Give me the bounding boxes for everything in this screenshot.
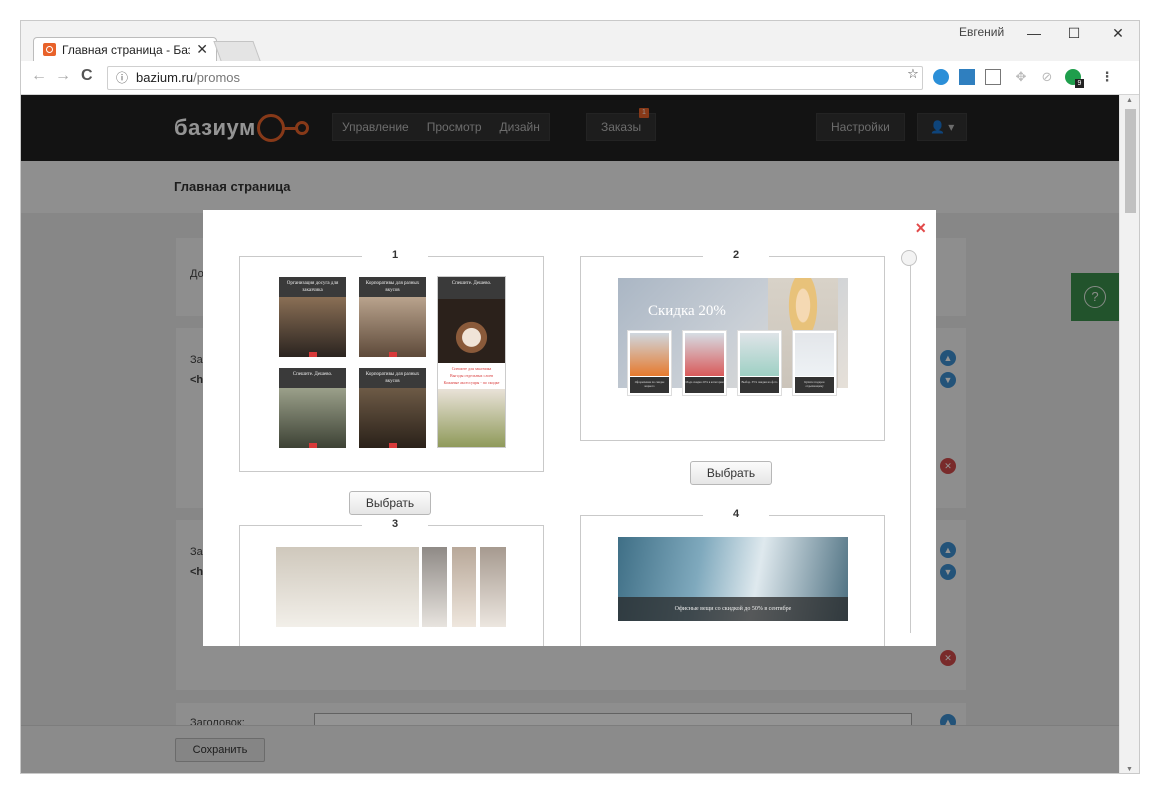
tab-close-icon[interactable]: ✕ (196, 41, 208, 58)
thumbnail-caption: Офисные вещи со скидкой до 50% в сентябр… (618, 597, 848, 621)
dropbox-icon[interactable]: ✥ (1013, 69, 1029, 85)
template-thumbnail: Корпоративы для разных вкусов (359, 277, 426, 357)
arrow-icon (388, 443, 397, 448)
mini-card: Оформление по скидке жаркого (627, 330, 672, 396)
mini-caption: Выбор. 35% скидки на фото (740, 377, 779, 393)
close-window-button[interactable]: ✕ (1095, 21, 1139, 45)
forward-icon[interactable]: → (55, 67, 71, 85)
thumbnail-photo (438, 389, 505, 447)
template-thumbnail (276, 547, 419, 627)
extension-capture-icon[interactable] (985, 69, 1001, 85)
mini-photo (795, 333, 834, 376)
thumbnail-photo (279, 297, 346, 357)
site-info-icon[interactable]: ⓘ (116, 67, 128, 89)
mini-card: Мода скидка 20% в категории (682, 330, 727, 396)
browser-menu-icon[interactable]: ⋮ (1099, 69, 1115, 85)
thumbnail-photo (438, 299, 505, 363)
choose-template-2-button[interactable]: Выбрать (690, 461, 772, 485)
site-favicon-icon (43, 43, 56, 56)
page-scrollbar[interactable]: ▲ ▼ (1119, 95, 1139, 773)
browser-window: Главная страница - Базиум ✕ Евгений — ☐ … (20, 20, 1140, 774)
modal-scroll-knob[interactable] (901, 250, 917, 266)
scrollbar-thumb[interactable] (1125, 109, 1136, 213)
thumbnail-photo (359, 297, 426, 357)
browser-tab[interactable]: Главная страница - Базиум ✕ (33, 37, 217, 61)
thumbnail-caption: Спешите. Дешево. (279, 368, 346, 388)
mini-caption: Мода скидка 20% в категории (685, 377, 724, 393)
mini-caption: Оформление по скидке жаркого (630, 377, 669, 393)
new-tab-button[interactable] (213, 41, 261, 61)
bookmark-star-icon[interactable]: ☆ (905, 66, 921, 82)
template-thumbnail-expanded: Спешите. Дешево. Спешите для заказчика В… (437, 276, 506, 448)
template-card-4[interactable]: 4 Офисные вещи со скидкой до 50% в сентя… (580, 508, 885, 646)
extension-leaf-icon[interactable]: ⊘ (1039, 69, 1055, 85)
modal-scroll-track[interactable] (910, 258, 911, 633)
template-card-3[interactable]: 3 (239, 518, 544, 646)
template-thumbnail (480, 547, 506, 627)
address-bar[interactable]: ⓘ bazium.ru/promos (107, 66, 923, 90)
template-number: 2 (703, 249, 770, 261)
template-number: 4 (703, 508, 770, 520)
thumbnail-caption: Корпоративы для разных вкусов (359, 277, 426, 297)
template-number: 1 (362, 249, 429, 261)
thumbnail-photo (279, 388, 346, 448)
template-thumbnail (422, 547, 447, 627)
template-picker-modal: × 1 Организация досуга для заказчика Кор… (203, 210, 936, 646)
template-thumbnail: Организация досуга для заказчика (279, 277, 346, 357)
maximize-button[interactable]: ☐ (1051, 21, 1097, 45)
back-icon[interactable]: ← (31, 67, 47, 85)
mini-photo (630, 333, 669, 376)
arrow-icon (308, 352, 317, 357)
thumbnail-photo (359, 388, 426, 448)
mini-card: Выбор. 35% скидки на фото (737, 330, 782, 396)
reload-icon[interactable]: C (81, 67, 93, 85)
arrow-icon (308, 443, 317, 448)
template-card-2[interactable]: 2 Скидка 20% Оформление по скидке жарког… (580, 249, 885, 441)
modal-close-icon[interactable]: × (915, 218, 926, 239)
template-card-1[interactable]: 1 Организация досуга для заказчика Корпо… (239, 249, 544, 472)
scroll-down-icon[interactable]: ▼ (1126, 766, 1133, 773)
mini-photo (740, 333, 779, 376)
profile-name[interactable]: Евгений (959, 25, 1004, 39)
extension-s-icon[interactable] (959, 69, 975, 85)
thumbnail-caption: Организация досуга для заказчика (279, 277, 346, 297)
template-thumbnail: Корпоративы для разных вкусов (359, 368, 426, 448)
tab-title: Главная страница - Базиум (62, 43, 190, 57)
choose-template-1-button[interactable]: Выбрать (349, 491, 431, 515)
thumbnail-caption: Спешите. Дешево. (438, 277, 505, 299)
scroll-up-icon[interactable]: ▲ (1126, 97, 1133, 104)
browser-toolbar: ← → C ⓘ bazium.ru/promos ☆ ✥ ⊘ 9 ⋮ (21, 61, 1139, 95)
popup-line: Спешите для заказчика (451, 366, 492, 371)
popup-line: Кожаные аксессуары - по скидке (443, 380, 500, 385)
mini-caption: Купите подарок отдыхающему (795, 377, 834, 393)
thumbnail-popup-text: Спешите для заказчика Выгоды отдельных с… (438, 365, 505, 386)
popup-line: Выгоды отдельных слоев (449, 373, 494, 378)
extension-home-icon[interactable] (933, 69, 949, 85)
extension-count-badge: 9 (1075, 79, 1084, 88)
tab-strip: Главная страница - Базиум ✕ Евгений — ☐ … (21, 21, 1139, 61)
template-number: 3 (362, 518, 429, 530)
url-host: bazium.ru (136, 70, 194, 85)
mini-photo (685, 333, 724, 376)
url-path: /promos (193, 70, 241, 85)
arrow-icon (388, 352, 397, 357)
thumbnail-caption: Корпоративы для разных вкусов (359, 368, 426, 388)
discount-headline: Скидка 20% (648, 303, 726, 319)
template-thumbnail: Офисные вещи со скидкой до 50% в сентябр… (618, 537, 848, 621)
mini-card: Купите подарок отдыхающему (792, 330, 837, 396)
template-thumbnail (452, 547, 476, 627)
template-thumbnail: Спешите. Дешево. (279, 368, 346, 448)
